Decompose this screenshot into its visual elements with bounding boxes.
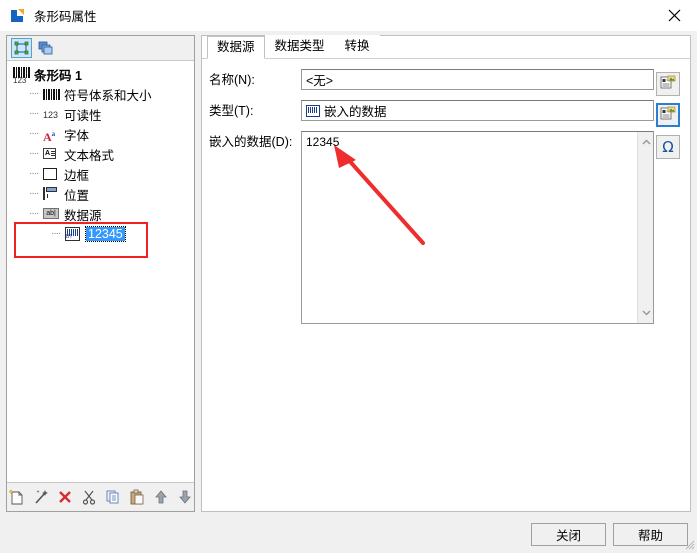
barcode-123-icon: 123 bbox=[13, 66, 30, 85]
type-browse-button[interactable] bbox=[656, 103, 680, 127]
name-browse-button[interactable] bbox=[656, 72, 680, 96]
digits-123-icon: 123 bbox=[43, 110, 59, 120]
tree-connector: ···· bbox=[29, 209, 39, 219]
window-title: 条形码属性 bbox=[34, 10, 97, 24]
tree-node-root[interactable]: 123 条形码 1 bbox=[7, 64, 194, 85]
embedded-data-row: 嵌入的数据(D): 12345 bbox=[202, 131, 690, 324]
sidebar-item-font[interactable]: ···· Aa 字体 bbox=[7, 124, 194, 144]
name-field-row: 名称(N): <无> bbox=[202, 69, 690, 90]
move-down-icon[interactable] bbox=[176, 488, 194, 506]
properties-icon bbox=[660, 106, 676, 124]
embedded-data-icon: BT bbox=[65, 226, 82, 242]
type-field-control: 嵌入的数据 bbox=[301, 100, 690, 121]
text-format-icon: A bbox=[43, 146, 60, 162]
sidebar-item-label: 文本格式 bbox=[64, 148, 115, 163]
tree-node-selected-label: 12345 bbox=[85, 226, 126, 242]
name-input[interactable]: <无> bbox=[301, 69, 654, 90]
tree-node-selected[interactable]: ···· BT 12345 bbox=[7, 224, 194, 244]
close-icon[interactable] bbox=[652, 0, 697, 31]
properties-icon bbox=[660, 75, 676, 93]
sidebar-item-border[interactable]: ···· 边框 bbox=[7, 164, 194, 184]
sidebar-item-label: 可读性 bbox=[64, 108, 102, 123]
tree-node-label: 条形码 1 bbox=[34, 68, 82, 83]
properties-panel: 数据源 数据类型 转换 名称(N): <无> 类型(T): 嵌入的数据 嵌入的数… bbox=[201, 35, 691, 512]
resize-grip[interactable] bbox=[683, 538, 695, 550]
object-tree-panel: 123 条形码 1 ···· 符号体系和大小 ···· 123 可读性 ···· bbox=[6, 35, 195, 512]
sidebar-item-label: 位置 bbox=[64, 188, 90, 203]
type-input-value: 嵌入的数据 bbox=[324, 105, 387, 119]
sidebar-item-symbology[interactable]: ···· 符号体系和大小 bbox=[7, 84, 194, 104]
type-input[interactable]: 嵌入的数据 bbox=[301, 100, 654, 121]
app-logo-icon bbox=[9, 8, 25, 24]
wizard-icon[interactable] bbox=[32, 488, 50, 506]
objects-icon[interactable] bbox=[11, 38, 32, 58]
window-titlebar: 条形码属性 bbox=[0, 0, 697, 31]
data-source-form: 名称(N): <无> 类型(T): 嵌入的数据 嵌入的数据(D): 12345 bbox=[202, 59, 690, 324]
tab-bar: 数据源 数据类型 转换 bbox=[202, 35, 690, 59]
move-up-icon[interactable] bbox=[152, 488, 170, 506]
tree-connector: ···· bbox=[29, 109, 39, 119]
layers-icon[interactable] bbox=[35, 38, 56, 58]
sidebar-item-label: 数据源 bbox=[64, 208, 102, 223]
font-a-icon: Aa bbox=[43, 130, 56, 144]
tab-data-type[interactable]: 数据类型 bbox=[264, 35, 335, 58]
close-button[interactable]: 关闭 bbox=[531, 523, 606, 546]
sidebar-item-position[interactable]: ···· 位置 bbox=[7, 184, 194, 204]
embedded-data-control: 12345 bbox=[301, 131, 690, 324]
embedded-data-icon bbox=[306, 104, 320, 117]
tree-connector: ···· bbox=[51, 229, 61, 239]
copy-icon[interactable] bbox=[104, 488, 122, 506]
tree-action-toolbar bbox=[7, 482, 194, 511]
scroll-up-icon[interactable] bbox=[638, 134, 654, 150]
embedded-data-label: 嵌入的数据(D): bbox=[209, 135, 293, 149]
tab-data-source[interactable]: 数据源 bbox=[207, 36, 265, 59]
omega-icon: Ω bbox=[662, 137, 674, 156]
cut-icon[interactable] bbox=[80, 488, 98, 506]
tree-connector: ···· bbox=[29, 129, 39, 139]
border-icon bbox=[43, 166, 60, 182]
delete-icon[interactable] bbox=[56, 488, 74, 506]
embedded-data-textarea[interactable]: 12345 bbox=[301, 131, 654, 324]
embedded-data-value: 12345 bbox=[306, 135, 340, 149]
tree-connector: ···· bbox=[29, 89, 39, 99]
sidebar-item-label: 符号体系和大小 bbox=[64, 88, 152, 103]
name-field-label: 名称(N): bbox=[209, 73, 255, 87]
name-input-value: <无> bbox=[306, 74, 334, 88]
insert-symbol-button[interactable]: Ω bbox=[656, 135, 680, 159]
help-button[interactable]: 帮助 bbox=[613, 523, 688, 546]
tree-connector: ···· bbox=[29, 169, 39, 179]
textarea-scrollbar[interactable] bbox=[637, 132, 653, 323]
tab-transform[interactable]: 转换 bbox=[334, 35, 380, 58]
paste-icon[interactable] bbox=[128, 488, 146, 506]
type-field-label: 类型(T): bbox=[209, 104, 254, 118]
sidebar-item-text-format[interactable]: ···· A 文本格式 bbox=[7, 144, 194, 164]
sidebar-item-data-source[interactable]: ···· ab| 数据源 bbox=[7, 204, 194, 224]
sidebar-item-label: 边框 bbox=[64, 168, 90, 183]
tree-toolbar bbox=[7, 36, 194, 61]
object-tree[interactable]: 123 条形码 1 ···· 符号体系和大小 ···· 123 可读性 ···· bbox=[7, 61, 194, 481]
ab-data-source-icon: ab| bbox=[43, 206, 60, 222]
new-icon[interactable] bbox=[8, 488, 26, 506]
barcode-icon bbox=[43, 86, 60, 102]
name-field-control: <无> bbox=[301, 69, 690, 90]
position-ruler-icon bbox=[43, 186, 60, 202]
scroll-down-icon[interactable] bbox=[638, 305, 654, 321]
sidebar-item-label: 字体 bbox=[64, 128, 90, 143]
tree-connector: ···· bbox=[29, 149, 39, 159]
sidebar-item-readability[interactable]: ···· 123 可读性 bbox=[7, 104, 194, 124]
tree-connector: ···· bbox=[29, 189, 39, 199]
type-field-row: 类型(T): 嵌入的数据 bbox=[202, 100, 690, 121]
